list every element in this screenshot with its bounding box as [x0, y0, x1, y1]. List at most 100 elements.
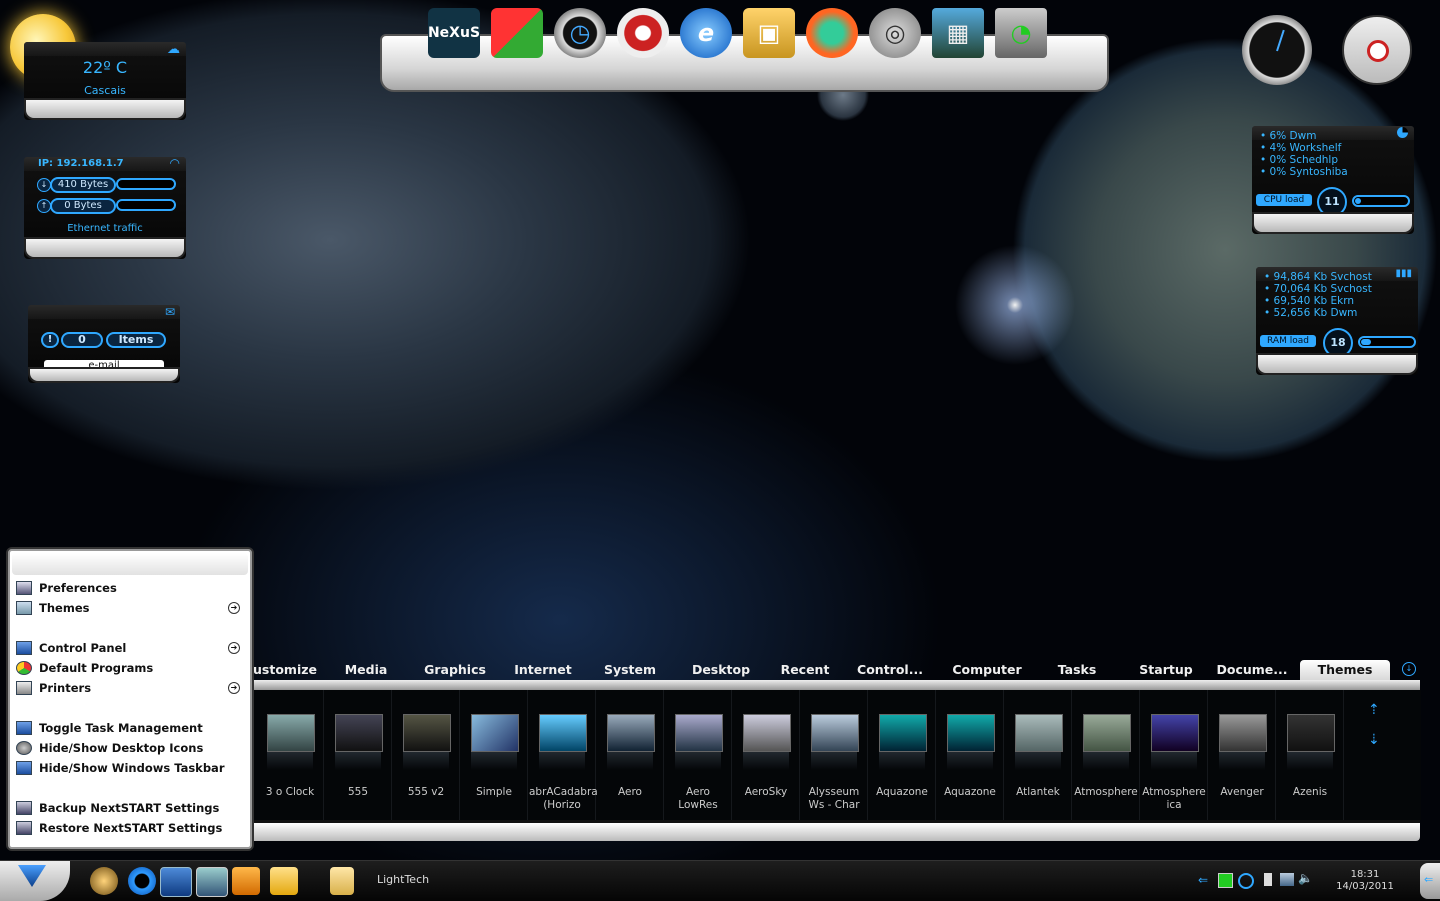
nexus-logo-icon[interactable]: NeXuS	[428, 8, 480, 58]
tray-circle-icon[interactable]	[1238, 873, 1254, 889]
process-item: • 70,064 Kb Svchost	[1264, 283, 1372, 295]
start-menu-item-themes[interactable]: Themes ➔	[16, 599, 244, 617]
quicktime-icon[interactable]	[128, 867, 156, 895]
tab-graphics[interactable]: Graphics	[410, 660, 500, 680]
menu-item-icon	[16, 601, 32, 615]
theme-thumbnail-reflection	[947, 752, 993, 770]
theme-item[interactable]: 3 o Clock	[257, 690, 324, 820]
tab-media[interactable]: Media	[330, 660, 402, 680]
theme-item[interactable]: Azenis	[1277, 690, 1344, 820]
tray-back-icon[interactable]: ⇐	[1198, 873, 1208, 887]
clock-time[interactable]: 18:31	[1340, 869, 1390, 880]
picture-frame-icon[interactable]: ▣	[743, 8, 795, 58]
clock-gadget-icon[interactable]: ◷	[554, 8, 606, 58]
tray-device-icon[interactable]	[1264, 873, 1272, 886]
cloud-icon: ☁	[167, 42, 180, 57]
firefox-icon[interactable]: ◐	[806, 8, 858, 58]
tab-docume[interactable]: Docume...	[1210, 660, 1294, 680]
tab-ustomize[interactable]: ustomize	[250, 660, 320, 680]
start-menu-item-toggle-task-management[interactable]: Toggle Task Management	[16, 719, 244, 737]
start-menu-item-preferences[interactable]: Preferences	[16, 579, 244, 597]
tab-tasks[interactable]: Tasks	[1035, 660, 1119, 680]
tab-control[interactable]: Control...	[845, 660, 935, 680]
tab-recent[interactable]: Recent	[760, 660, 850, 680]
ram-gadget[interactable]: ▮▮▮ • 94,864 Kb Svchost • 70,064 Kb Svcho…	[1256, 267, 1418, 375]
desktop-clock-icon[interactable]: ◔	[995, 8, 1047, 58]
theme-item[interactable]: Simple	[461, 690, 528, 820]
theme-item[interactable]: Aquazone	[869, 690, 936, 820]
tab-desktop[interactable]: Desktop	[675, 660, 767, 680]
panel-options-icon[interactable]: ↓	[1402, 662, 1416, 676]
theme-item[interactable]: Avenger	[1209, 690, 1276, 820]
internet-explorer-icon[interactable]: e	[680, 8, 732, 58]
menu-item-label: Restore NextSTART Settings	[39, 821, 223, 835]
tray-network-icon[interactable]	[1280, 873, 1294, 886]
network-gadget[interactable]: IP: 192.168.1.7 ◠ ↓ 410 Bytes ↑ 0 Bytes …	[24, 156, 186, 259]
theme-item[interactable]: 555 v2	[393, 690, 460, 820]
taskbar-window-label[interactable]: LightTech	[377, 873, 429, 886]
atom-icon[interactable]	[90, 867, 118, 895]
window-switch-icon[interactable]	[196, 867, 228, 897]
weather-gadget[interactable]: ☁ 22º C Cascais	[24, 42, 186, 120]
upload-rate: 0 Bytes	[50, 198, 116, 214]
weather-city: Cascais	[84, 84, 126, 97]
panel-top-edge	[250, 680, 1420, 690]
analog-clock-gadget[interactable]	[1242, 15, 1312, 85]
start-menu-item-backup-nextstart-settings[interactable]: Backup NextSTART Settings	[16, 799, 244, 817]
start-menu-item-control-panel[interactable]: Control Panel ➔	[16, 639, 244, 657]
theme-thumbnail	[471, 714, 519, 752]
clock-hand-icon	[1276, 29, 1285, 52]
theme-label: 555	[347, 786, 369, 798]
theme-thumbnail	[1015, 714, 1063, 752]
theme-item[interactable]: Aquazone	[937, 690, 1004, 820]
bars-icon: ▮▮▮	[1395, 268, 1412, 279]
tab-system[interactable]: System	[585, 660, 675, 680]
start-orb-icon	[18, 865, 46, 887]
show-desktop-icon[interactable]	[160, 867, 192, 897]
clock-date[interactable]: 14/03/2011	[1336, 881, 1394, 892]
theme-item[interactable]: Alysseum Ws - Char	[801, 690, 868, 820]
pokeball-icon[interactable]: ◉	[617, 8, 669, 58]
theme-item[interactable]: 555	[325, 690, 392, 820]
media-player-icon[interactable]	[232, 867, 260, 895]
disc-icon[interactable]: ◎	[869, 8, 921, 58]
theme-label: Aero LowRes	[678, 786, 718, 811]
tray-green-icon[interactable]	[1218, 873, 1233, 888]
pokeball-gadget[interactable]	[1342, 15, 1412, 85]
theme-thumbnail-reflection	[267, 752, 313, 770]
theme-item[interactable]: AeroSky	[733, 690, 800, 820]
start-button[interactable]	[0, 861, 70, 901]
windows-logo-icon[interactable]: ⊞	[491, 8, 543, 58]
submenu-arrow-icon: ➔	[228, 602, 240, 614]
scroll-up-icon[interactable]: ⇡	[1368, 702, 1380, 718]
tab-internet[interactable]: Internet	[500, 660, 586, 680]
theme-thumbnail-reflection	[1015, 752, 1061, 770]
theme-item[interactable]: Aero	[597, 690, 664, 820]
theme-label: Azenis	[1292, 786, 1328, 798]
panel-bottom-edge	[250, 820, 1420, 841]
tab-startup[interactable]: Startup	[1120, 660, 1212, 680]
theme-item[interactable]: abrACadabra (Horizo	[529, 690, 598, 820]
theme-item[interactable]: Atlantek	[1005, 690, 1072, 820]
cpu-gadget[interactable]: • 6% Dwm • 4% Workshelf • 0% Schedhlp • 0% …	[1252, 126, 1414, 234]
email-gadget[interactable]: ✉ ! 0 Items e-mail	[28, 305, 180, 383]
camera-icon[interactable]: ▦	[932, 8, 984, 58]
folder-icon[interactable]	[330, 867, 354, 895]
taskbar-right-button[interactable]: ⇐	[1420, 863, 1440, 899]
menu-item-icon	[16, 801, 32, 815]
scroll-down-icon[interactable]: ⇣	[1368, 732, 1380, 748]
theme-item[interactable]: Atmosphere ica	[1141, 690, 1208, 820]
menu-item-icon	[16, 581, 32, 595]
tray-volume-icon[interactable]: 🔈	[1298, 871, 1313, 885]
tab-computer[interactable]: Computer	[940, 660, 1034, 680]
start-menu-item-printers[interactable]: Printers ➔	[16, 679, 244, 697]
tab-themes[interactable]: Themes	[1300, 660, 1390, 680]
theme-thumbnail	[1151, 714, 1199, 752]
outlook-icon[interactable]	[270, 867, 298, 895]
start-menu-item-hide-show-windows-taskbar[interactable]: Hide/Show Windows Taskbar	[16, 759, 244, 777]
theme-item[interactable]: Atmosphere	[1073, 690, 1140, 820]
start-menu-item-hide-show-desktop-icons[interactable]: Hide/Show Desktop Icons	[16, 739, 244, 757]
theme-item[interactable]: Aero LowRes	[665, 690, 732, 820]
start-menu-item-default-programs[interactable]: Default Programs	[16, 659, 244, 677]
start-menu-item-restore-nextstart-settings[interactable]: Restore NextSTART Settings	[16, 819, 244, 837]
